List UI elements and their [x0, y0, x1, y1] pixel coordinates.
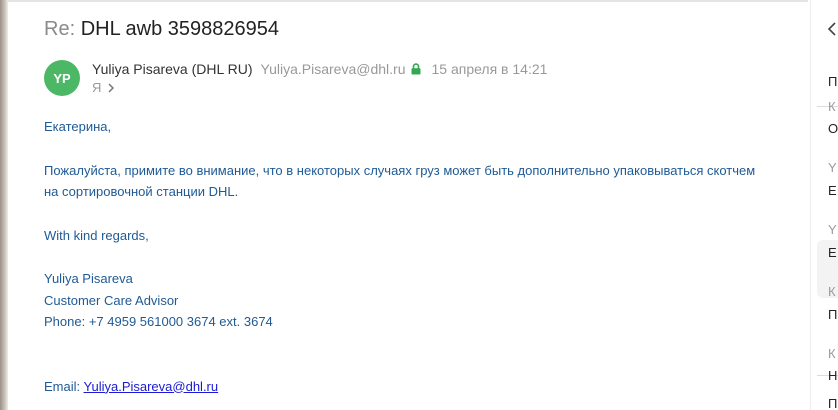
sender-line: Yuliya Pisareva (DHL RU) Yuliya.Pisareva… [92, 61, 547, 77]
body-paragraph-line: на сортировочной станции DHL. [44, 184, 239, 199]
thread-item-text[interactable]: К [828, 99, 836, 114]
signature-phone: Phone: +7 4959 561000 3674 ext. 3674 [44, 314, 273, 329]
thread-item-text[interactable]: К [828, 346, 836, 361]
lock-icon [411, 63, 421, 75]
sender-name[interactable]: Yuliya Pisareva (DHL RU) [92, 61, 253, 77]
sender-avatar[interactable]: YP [44, 60, 80, 96]
thread-panel: П К О Y Е Y Е К П К Н П [810, 0, 838, 410]
thread-item-text[interactable]: Н [828, 368, 837, 383]
signature-name: Yuliya Pisareva [44, 271, 133, 286]
email-label: Email: [44, 378, 81, 394]
email-link[interactable]: Yuliya.Pisareva@dhl.ru [84, 379, 219, 394]
thread-item-text[interactable]: О [828, 121, 838, 136]
body-paragraph-line: Пожалуйста, примите во внимание, что в н… [44, 162, 756, 178]
signature-title: Customer Care Advisor [44, 292, 179, 308]
message-view: Re: DHL awb 3598826954 YP Yuliya Pisarev… [8, 0, 810, 410]
thread-item-text[interactable]: П [828, 74, 837, 89]
chevron-right-icon [108, 82, 115, 93]
subject-prefix: Re: [44, 18, 76, 40]
chevron-left-icon[interactable] [828, 22, 836, 36]
thread-item-text[interactable]: Е [828, 245, 837, 260]
subject-text: DHL awb 3598826954 [80, 18, 279, 40]
thread-item-text[interactable]: Y [828, 160, 837, 175]
message-date: 15 апреля в 14:21 [431, 61, 548, 77]
thread-item-text[interactable]: П [828, 396, 837, 410]
thread-item-text[interactable]: Е [828, 183, 837, 198]
background-edge [0, 0, 8, 410]
body-greeting: Екатерина, [44, 119, 112, 134]
thread-item-text[interactable]: П [828, 307, 837, 322]
thread-item-text[interactable]: Y [828, 222, 837, 237]
sender-email[interactable]: Yuliya.Pisareva@dhl.ru [261, 61, 406, 77]
recipient-name: Я [92, 80, 102, 95]
recipients-toggle[interactable]: Я [92, 80, 115, 95]
message-subject: Re: DHL awb 3598826954 [44, 18, 279, 41]
signature-email: Email: Yuliya.Pisareva@dhl.ru [44, 376, 804, 398]
message-body: Екатерина, Пожалуйста, примите во вниман… [44, 116, 804, 397]
avatar-initials: YP [53, 70, 71, 86]
thread-item-text[interactable]: К [828, 284, 836, 299]
body-closing: With kind regards, [44, 227, 149, 243]
